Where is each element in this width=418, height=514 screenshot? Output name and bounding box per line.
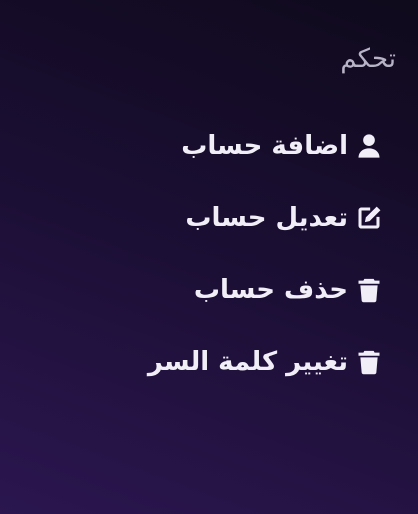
menu-item-delete-account[interactable]: حذف حساب: [0, 254, 418, 326]
menu-item-label: حذف حساب: [193, 275, 348, 305]
menu-item-label: تعديل حساب: [185, 203, 348, 233]
menu-item-label: اضافة حساب: [181, 131, 348, 161]
user-icon: [354, 131, 384, 161]
control-menu: اضافة حساب تعديل حساب حذف حساب تغيير كلم…: [0, 110, 418, 398]
edit-icon: [354, 203, 384, 233]
trash-icon: [354, 275, 384, 305]
section-title: تحكم: [340, 44, 396, 74]
control-panel: تحكم اضافة حساب تعديل حساب حذف حساب تغيي…: [0, 0, 418, 514]
menu-item-edit-account[interactable]: تعديل حساب: [0, 182, 418, 254]
menu-item-label: تغيير كلمة السر: [147, 347, 348, 377]
menu-item-add-account[interactable]: اضافة حساب: [0, 110, 418, 182]
menu-item-change-password[interactable]: تغيير كلمة السر: [0, 326, 418, 398]
trash-icon: [354, 347, 384, 377]
